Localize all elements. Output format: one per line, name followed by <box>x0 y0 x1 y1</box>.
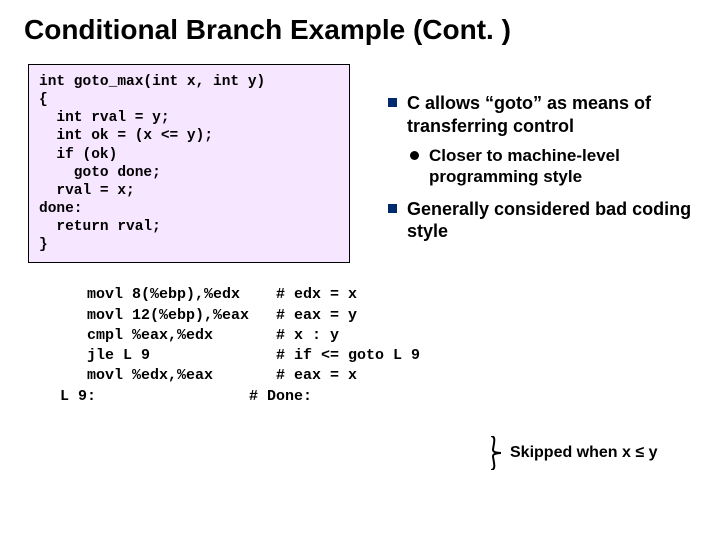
disc-bullet-icon <box>410 151 419 160</box>
brace-icon <box>489 436 503 470</box>
square-bullet-icon <box>388 204 397 213</box>
c-code-box: int goto_max(int x, int y) { int rval = … <box>28 64 350 263</box>
bullet-2: Generally considered bad coding style <box>388 198 708 243</box>
slide-title: Conditional Branch Example (Cont. ) <box>0 0 720 46</box>
bullet-1-sub-text: Closer to machine-level programming styl… <box>429 145 708 188</box>
bullet-1-sub: Closer to machine-level programming styl… <box>410 145 708 188</box>
bullet-1: C allows “goto” as means of transferring… <box>388 92 708 137</box>
bullet-list: C allows “goto” as means of transferring… <box>388 92 708 251</box>
bullet-2-text: Generally considered bad coding style <box>407 198 708 243</box>
bullet-1-text: C allows “goto” as means of transferring… <box>407 92 708 137</box>
square-bullet-icon <box>388 98 397 107</box>
slide-content: int goto_max(int x, int y) { int rval = … <box>28 64 720 263</box>
skip-annotation: Skipped when x ≤ y <box>510 444 657 462</box>
assembly-code: movl 8(%ebp),%edx # edx = x movl 12(%ebp… <box>60 285 720 407</box>
